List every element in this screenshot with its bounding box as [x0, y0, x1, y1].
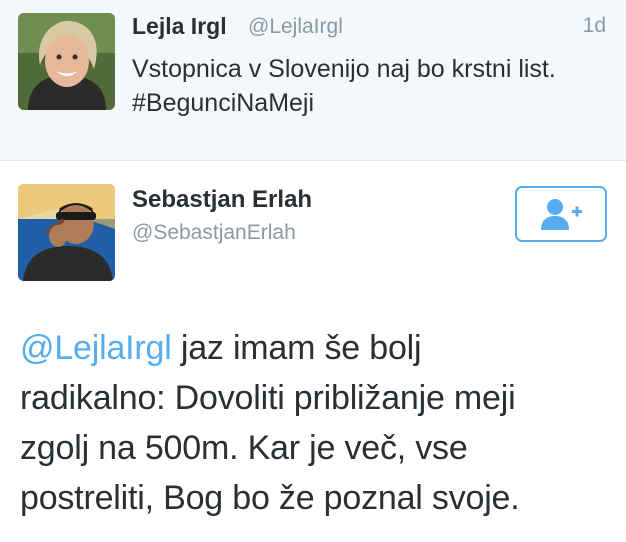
mention-link[interactable]: @LejlaIrgl [20, 329, 172, 367]
reply-text-line: @LejlaIrgl jaz imam še bolj [20, 323, 620, 373]
reply-text-line: radikalno: Dovoliti približanje meji [20, 379, 516, 417]
parent-avatar[interactable] [18, 13, 115, 110]
follow-button[interactable] [515, 186, 607, 242]
parent-text-line: #BegunciNaMeji [132, 89, 315, 117]
reply-handle[interactable]: @SebastjanErlah [132, 221, 296, 245]
reply-display-name[interactable]: Sebastjan Erlah [132, 186, 312, 214]
parent-tweet[interactable]: Lejla Irgl @LejlaIrgl 1d Vstopnica v Slo… [0, 0, 626, 161]
woman-smiling-avatar-image [18, 13, 115, 110]
parent-text-line: Vstopnica v Slovenijo naj bo krstni list… [132, 55, 556, 83]
reply-tweet-text: @LejlaIrgl jaz imam še bolj radikalno: D… [20, 323, 620, 523]
add-user-icon [541, 199, 582, 230]
reply-text-line: postreliti, Bog bo že poznal svoje. [20, 479, 520, 517]
parent-display-name[interactable]: Lejla Irgl [132, 13, 227, 40]
reply-avatar[interactable] [18, 184, 115, 281]
reply-text-segment: jaz imam še bolj [171, 329, 422, 367]
parent-tweet-text: Vstopnica v Slovenijo naj bo krstni list… [132, 52, 612, 120]
parent-handle[interactable]: @LejlaIrgl [248, 15, 343, 39]
reply-text-line: zgolj na 500m. Kar je več, vse [20, 429, 468, 467]
man-with-cigar-avatar-image [18, 184, 115, 281]
parent-timestamp[interactable]: 1d [583, 14, 606, 38]
